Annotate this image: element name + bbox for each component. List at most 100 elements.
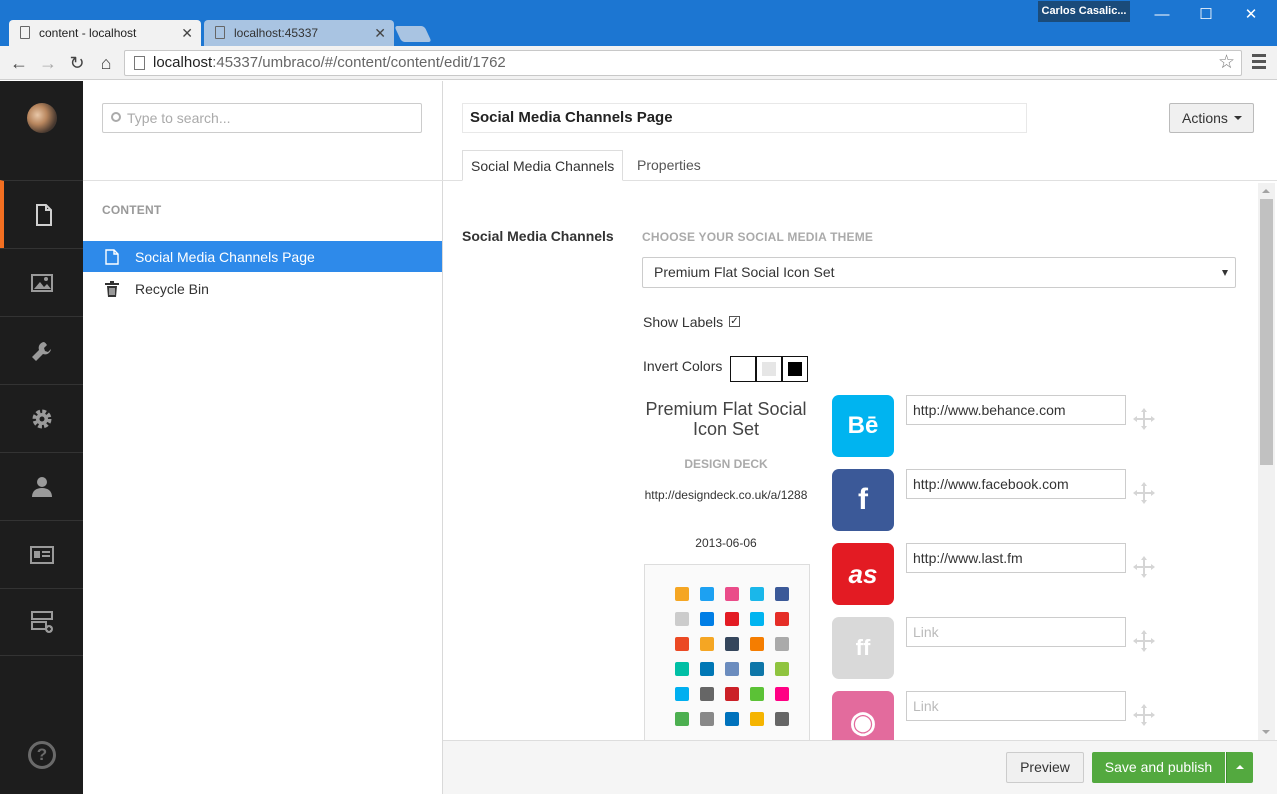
section-settings[interactable]: [0, 316, 83, 384]
channel-row-dribbble: ◉: [832, 691, 1252, 740]
invert-grey-swatch[interactable]: [756, 356, 782, 382]
content-editor: Social Media Channels Page Actions Socia…: [443, 81, 1277, 794]
theme-author: DESIGN DECK: [684, 457, 768, 471]
sections-sidebar: ?: [0, 81, 83, 794]
document-icon: [105, 249, 119, 265]
friendfeed-link-input[interactable]: [906, 617, 1126, 647]
invert-white-swatch[interactable]: [730, 356, 756, 382]
node-name-field[interactable]: Social Media Channels Page: [462, 103, 1027, 133]
url-text: localhost:45337/umbraco/#/content/conten…: [153, 54, 506, 71]
trash-icon: [105, 281, 119, 297]
channel-row-behance: Bē: [832, 395, 1252, 459]
scrollbar-thumb[interactable]: [1260, 199, 1273, 465]
browser-tab-content[interactable]: content - localhost ✕: [9, 20, 201, 46]
move-handle-icon[interactable]: [1132, 629, 1156, 653]
dribbble-link-input[interactable]: [906, 691, 1126, 721]
section-users[interactable]: [0, 452, 83, 520]
move-handle-icon[interactable]: [1132, 555, 1156, 579]
channel-row-facebook: f: [832, 469, 1252, 533]
property-label: Social Media Channels: [462, 228, 614, 244]
section-content[interactable]: [0, 180, 83, 248]
content-tree-panel: CONTENT Social Media Channels Page Recyc…: [83, 81, 443, 794]
show-labels-checkbox[interactable]: ✓: [729, 316, 740, 327]
move-handle-icon[interactable]: [1132, 703, 1156, 727]
browser-menu-icon[interactable]: [1252, 54, 1266, 70]
tab-title: localhost:45337: [234, 26, 319, 40]
section-forms[interactable]: [0, 588, 83, 656]
tree-item-label: Social Media Channels Page: [135, 248, 315, 265]
avatar[interactable]: [27, 103, 57, 133]
theme-section-label: CHOOSE YOUR SOCIAL MEDIA THEME: [642, 230, 874, 244]
theme-date: 2013-06-06: [695, 536, 757, 550]
image-icon: [30, 273, 53, 292]
publish-options-button[interactable]: [1226, 752, 1253, 783]
reload-icon[interactable]: ↻: [66, 52, 88, 74]
browser-tab-localhost[interactable]: localhost:45337 ✕: [204, 20, 394, 46]
theme-preview-image: [644, 564, 810, 744]
scroll-down-icon[interactable]: [1262, 730, 1270, 734]
invert-colors-label: Invert Colors: [643, 358, 723, 374]
tab-title: content - localhost: [39, 26, 137, 40]
editor-footer: Preview Save and publish: [443, 740, 1277, 794]
dribbble-icon: ◉: [832, 691, 894, 740]
address-bar[interactable]: localhost:45337/umbraco/#/content/conten…: [124, 50, 1242, 76]
new-tab-button[interactable]: [394, 26, 432, 42]
behance-link-input[interactable]: [906, 395, 1126, 425]
lastfm-icon: as: [832, 543, 894, 605]
facebook-icon: f: [832, 469, 894, 531]
search-input[interactable]: [127, 109, 417, 127]
user-icon: [31, 476, 52, 497]
id-card-icon: [29, 545, 54, 564]
tree-item-label: Recycle Bin: [135, 280, 209, 297]
preview-button[interactable]: Preview: [1006, 752, 1084, 783]
invert-black-swatch[interactable]: [782, 356, 808, 382]
tree-search[interactable]: [102, 103, 422, 133]
move-handle-icon[interactable]: [1132, 481, 1156, 505]
tree-item-recycle-bin[interactable]: Recycle Bin: [83, 273, 442, 304]
move-handle-icon[interactable]: [1132, 407, 1156, 431]
channel-row-lastfm: as: [832, 543, 1252, 607]
section-members[interactable]: [0, 520, 83, 588]
close-tab-icon[interactable]: ✕: [374, 20, 386, 46]
tree-item-social-media-channels-page[interactable]: Social Media Channels Page: [83, 241, 442, 272]
page-icon: [134, 56, 145, 70]
tab-properties[interactable]: Properties: [629, 150, 709, 181]
page-icon: [215, 26, 225, 39]
section-media[interactable]: [0, 248, 83, 316]
page-icon: [20, 26, 30, 39]
umbraco-app: ? CONTENT Social Media Channels Page Rec…: [0, 81, 1277, 794]
tree-heading[interactable]: CONTENT: [102, 203, 161, 217]
show-labels-label: Show Labels: [643, 314, 724, 330]
lastfm-link-input[interactable]: [906, 543, 1126, 573]
scroll-up-icon[interactable]: [1262, 189, 1270, 193]
dropdown-arrow-icon: [1222, 270, 1228, 276]
close-window-button[interactable]: ✕: [1236, 4, 1266, 26]
maximize-button[interactable]: ☐: [1191, 4, 1221, 26]
editor-scrollbar[interactable]: [1258, 183, 1275, 740]
close-tab-icon[interactable]: ✕: [181, 20, 193, 46]
help-icon[interactable]: ?: [28, 741, 56, 769]
theme-select[interactable]: Premium Flat Social Icon Set: [642, 257, 1236, 288]
channel-row-friendfeed: ff: [832, 617, 1252, 681]
save-and-publish-button[interactable]: Save and publish: [1092, 752, 1225, 783]
form-add-icon: [30, 611, 53, 633]
caret-down-icon: [1234, 116, 1242, 120]
wrench-icon: [31, 341, 51, 361]
caret-up-icon: [1236, 765, 1244, 769]
friendfeed-icon: ff: [832, 617, 894, 679]
browser-titlebar: Carlos Casalic... — ☐ ✕ content - localh…: [0, 0, 1277, 48]
gear-icon: [32, 409, 51, 428]
section-developer[interactable]: [0, 384, 83, 452]
forward-icon[interactable]: →: [37, 52, 59, 74]
minimize-button[interactable]: —: [1147, 4, 1177, 26]
home-icon[interactable]: ⌂: [95, 52, 117, 74]
browser-user-badge[interactable]: Carlos Casalic...: [1038, 1, 1130, 22]
facebook-link-input[interactable]: [906, 469, 1126, 499]
bookmark-star-icon[interactable]: ☆: [1218, 51, 1235, 75]
back-icon[interactable]: ←: [8, 52, 30, 74]
tab-social-media-channels[interactable]: Social Media Channels: [462, 150, 624, 181]
theme-url: http://designdeck.co.uk/a/1288: [644, 488, 808, 502]
actions-button[interactable]: Actions: [1169, 103, 1254, 133]
search-icon: [111, 112, 121, 122]
document-icon: [35, 203, 52, 226]
